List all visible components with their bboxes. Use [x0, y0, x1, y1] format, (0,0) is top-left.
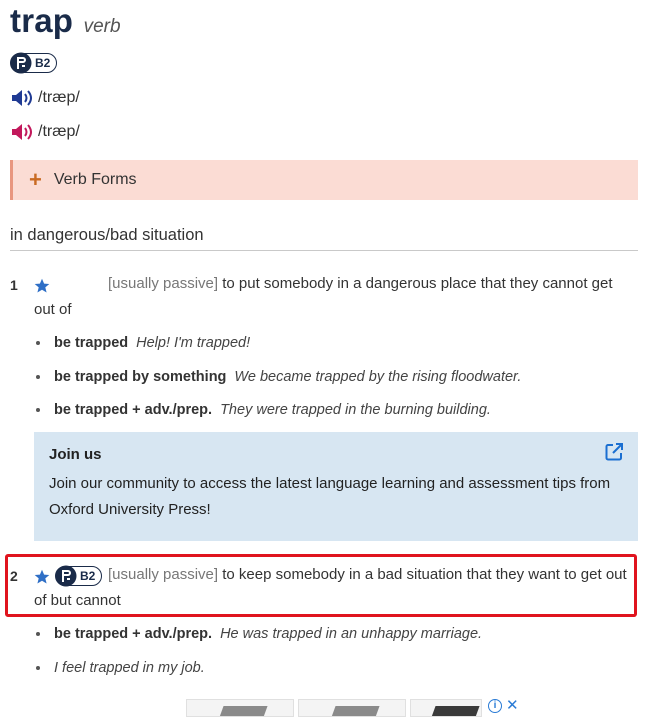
laptop-image — [330, 706, 380, 716]
speaker-icon[interactable] — [10, 121, 34, 143]
ad-product[interactable] — [298, 699, 406, 717]
sense-definition: [usually passive] to put somebody in a d… — [34, 271, 634, 323]
pron-uk: /træp/ — [10, 87, 80, 109]
sense-shortcut-heading: in dangerous/bad situation — [10, 226, 638, 251]
oxford-key-icon — [10, 52, 32, 74]
cefr-badge[interactable]: B2 — [10, 52, 58, 74]
sense-definition: [usually passive] to keep somebody in a … — [34, 562, 634, 614]
grammar-label: [usually passive] — [108, 275, 219, 292]
laptop-image — [218, 706, 268, 716]
join-us-title: Join us — [49, 446, 102, 463]
example-text: We became trapped by the rising floodwat… — [234, 369, 522, 385]
ad-product[interactable] — [410, 699, 482, 717]
example-text: I feel trapped in my job. — [54, 660, 205, 676]
laptop-image — [430, 706, 480, 716]
join-us-box: Join us Join our community to access the… — [34, 432, 638, 541]
sense-number: 1 — [10, 277, 18, 293]
plus-icon: + — [29, 167, 42, 192]
part-of-speech: verb — [83, 16, 121, 37]
collocation: be trapped + adv./prep. — [54, 626, 213, 642]
cefr-level: B2 — [35, 56, 51, 70]
sense-number: 2 — [10, 568, 18, 584]
collocation: be trapped + adv./prep. — [54, 402, 213, 418]
bullet — [36, 666, 40, 670]
external-link-icon[interactable] — [604, 442, 624, 462]
ad-product[interactable] — [186, 699, 294, 717]
close-icon[interactable]: ✕ — [506, 696, 519, 714]
example: be trapped + adv./prep. He was trapped i… — [36, 626, 482, 642]
verb-forms-label: Verb Forms — [53, 171, 137, 188]
bullet — [36, 341, 40, 345]
collocation: be trapped — [54, 335, 129, 351]
pron-us-text: /træp/ — [38, 123, 80, 140]
bullet — [36, 408, 40, 412]
pron-us: /træp/ — [10, 121, 80, 143]
speaker-icon[interactable] — [10, 87, 34, 109]
example: be trapped + adv./prep. They were trappe… — [36, 402, 491, 418]
join-us-text: Join our community to access the latest … — [49, 475, 611, 518]
example: I feel trapped in my job. — [36, 660, 205, 676]
example: be trapped Help! I'm trapped! — [36, 335, 250, 351]
grammar-label: [usually passive] — [108, 566, 219, 583]
verb-forms-toggle[interactable]: + Verb Forms — [10, 160, 638, 200]
example-text: Help! I'm trapped! — [136, 335, 251, 351]
collocation: be trapped by something — [54, 369, 227, 385]
headword-line: trap verb — [10, 2, 121, 42]
example: be trapped by something We became trappe… — [36, 369, 521, 385]
ad-info-icon[interactable]: i — [488, 699, 502, 713]
pron-uk-text: /træp/ — [38, 89, 80, 106]
example-text: They were trapped in the burning buildin… — [220, 402, 491, 418]
headword: trap — [10, 2, 74, 39]
example-text: He was trapped in an unhappy marriage. — [220, 626, 483, 642]
ad-strip[interactable]: i ✕ — [186, 696, 522, 717]
bullet — [36, 632, 40, 636]
bullet — [36, 375, 40, 379]
